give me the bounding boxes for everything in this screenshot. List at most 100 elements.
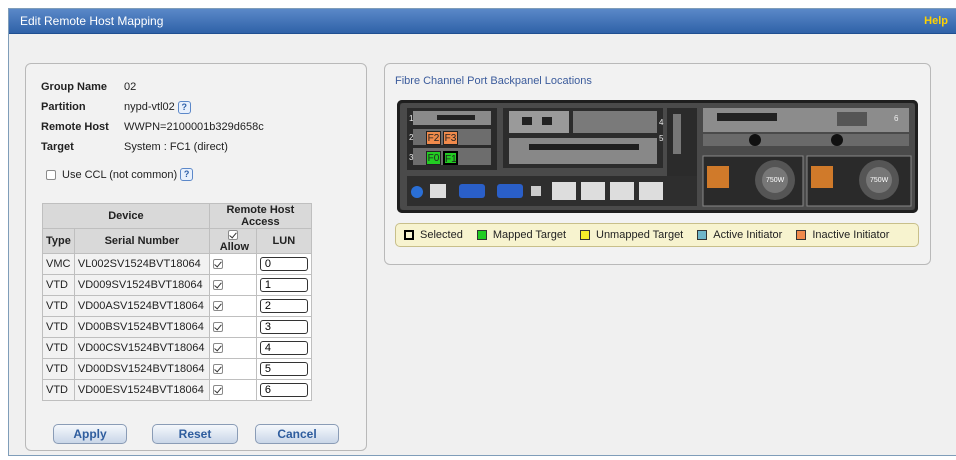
table-row: VTD VD00CSV1524BVT18064 bbox=[42, 337, 312, 359]
partition-label: Partition bbox=[41, 101, 86, 113]
partition-help-icon[interactable]: ? bbox=[177, 100, 191, 114]
table-row: VMC VL002SV1524BVT18064 bbox=[42, 253, 312, 275]
device-type-cell: VTD bbox=[42, 274, 75, 296]
mapping-panel: Group Name 02 Partition nypd-vtl02 ? Rem… bbox=[25, 63, 367, 451]
mapped-swatch bbox=[476, 230, 487, 240]
lun-input[interactable] bbox=[259, 257, 308, 271]
device-table: Device Remote Host Access Type Serial Nu… bbox=[42, 203, 312, 401]
remote-host-row: Remote Host WWPN=2100001b329d658c bbox=[41, 117, 264, 137]
allow-cell bbox=[208, 295, 257, 317]
legend-active-label: Active Initiator bbox=[713, 229, 783, 241]
slot-number-6: 6 bbox=[894, 114, 899, 123]
cancel-button[interactable]: Cancel bbox=[255, 424, 339, 444]
port-f0[interactable]: F0 bbox=[426, 151, 441, 165]
selected-swatch bbox=[404, 230, 414, 240]
slot-number-2: 2 bbox=[409, 133, 414, 142]
port-f1[interactable]: F1 bbox=[443, 151, 458, 165]
port-f3[interactable]: F3 bbox=[443, 131, 458, 145]
remote-host-value: WWPN=2100001b329d658c bbox=[124, 121, 264, 133]
apply-button[interactable]: Apply bbox=[53, 424, 127, 444]
use-ccl-checkbox[interactable] bbox=[46, 169, 56, 180]
allow-cell bbox=[208, 274, 257, 296]
backpanel-title: Fibre Channel Port Backpanel Locations bbox=[395, 75, 592, 87]
allow-checkbox[interactable] bbox=[212, 343, 223, 354]
allow-cell bbox=[208, 337, 257, 359]
allow-column-header[interactable]: Allow bbox=[208, 228, 257, 254]
lun-cell bbox=[255, 358, 312, 380]
device-rows: VMCVL002SV1524BVT18064VTDVD009SV1524BVT1… bbox=[42, 253, 312, 401]
allow-checkbox[interactable] bbox=[212, 301, 223, 312]
server-backpanel-image: 1 2 3 4 5 6 F2 F3 F0 F1 750W 750W bbox=[397, 100, 918, 213]
serial-number-cell: VL002SV1524BVT18064 bbox=[73, 253, 210, 275]
device-type-cell: VTD bbox=[42, 379, 75, 401]
serial-number-cell: VD00CSV1524BVT18064 bbox=[73, 337, 210, 359]
table-row: VTD VD009SV1524BVT18064 bbox=[42, 274, 312, 296]
slot-number-1: 1 bbox=[409, 114, 414, 123]
table-row: VTD VD00ESV1524BVT18064 bbox=[42, 379, 312, 401]
target-value: System : FC1 (direct) bbox=[124, 141, 228, 153]
use-ccl-label: Use CCL (not common) bbox=[62, 168, 178, 181]
dialog-body: Group Name 02 Partition nypd-vtl02 ? Rem… bbox=[9, 34, 956, 455]
allow-checkbox[interactable] bbox=[212, 322, 223, 333]
lun-input[interactable] bbox=[259, 362, 308, 376]
legend-unmapped-label: Unmapped Target bbox=[596, 229, 684, 241]
unmapped-swatch bbox=[580, 230, 590, 240]
lun-input[interactable] bbox=[259, 341, 308, 355]
table-row: VTD VD00BSV1524BVT18064 bbox=[42, 316, 312, 338]
lun-cell bbox=[255, 316, 312, 338]
inactive-swatch bbox=[796, 230, 807, 240]
legend-selected: Selected bbox=[404, 229, 463, 241]
allow-cell bbox=[208, 379, 257, 401]
allow-checkbox[interactable] bbox=[212, 280, 223, 291]
lun-cell bbox=[255, 379, 312, 401]
lun-cell bbox=[255, 274, 312, 296]
allow-column-label: Allow bbox=[219, 241, 250, 253]
lun-input[interactable] bbox=[259, 278, 308, 292]
table-row: VTD VD00ASV1524BVT18064 bbox=[42, 295, 312, 317]
serial-number-cell: VD009SV1524BVT18064 bbox=[73, 274, 210, 296]
allow-checkbox[interactable] bbox=[212, 259, 223, 270]
lun-input[interactable] bbox=[259, 299, 308, 313]
lun-cell bbox=[255, 295, 312, 317]
port-legend: Selected Mapped Target Unmapped Target A… bbox=[395, 223, 919, 247]
lun-input[interactable] bbox=[259, 320, 308, 334]
lun-input[interactable] bbox=[259, 383, 308, 397]
use-ccl-help-icon[interactable]: ? bbox=[180, 168, 194, 181]
psu2-label: 750W bbox=[870, 177, 889, 184]
legend-active: Active Initiator bbox=[697, 229, 782, 241]
target-row: Target System : FC1 (direct) bbox=[41, 137, 264, 157]
device-type-cell: VTD bbox=[42, 337, 75, 359]
legend-inactive: Inactive Initiator bbox=[796, 229, 889, 241]
use-ccl-option[interactable]: Use CCL (not common) ? bbox=[46, 168, 194, 181]
partition-value: nypd-vtl02 bbox=[124, 101, 175, 113]
legend-selected-label: Selected bbox=[420, 229, 463, 241]
legend-mapped-label: Mapped Target bbox=[492, 229, 566, 241]
allow-cell bbox=[208, 316, 257, 338]
slot-number-4: 4 bbox=[659, 118, 664, 127]
reset-button[interactable]: Reset bbox=[152, 424, 238, 444]
active-swatch bbox=[697, 230, 708, 240]
device-type-cell: VTD bbox=[42, 358, 75, 380]
port-f2[interactable]: F2 bbox=[426, 131, 441, 145]
device-type-cell: VMC bbox=[42, 253, 75, 275]
group-name-value: 02 bbox=[124, 81, 137, 93]
host-info: Group Name 02 Partition nypd-vtl02 ? Rem… bbox=[41, 77, 264, 157]
lun-column-header: LUN bbox=[255, 228, 312, 254]
allow-checkbox[interactable] bbox=[212, 385, 223, 396]
slot-number-3: 3 bbox=[409, 153, 414, 162]
legend-unmapped: Unmapped Target bbox=[580, 229, 683, 241]
device-type-cell: VTD bbox=[42, 295, 75, 317]
allow-checkbox[interactable] bbox=[212, 364, 223, 375]
allow-all-checkbox[interactable] bbox=[227, 230, 238, 241]
serial-number-cell: VD00BSV1524BVT18064 bbox=[73, 316, 210, 338]
remote-host-access-header: Remote Host Access bbox=[208, 203, 312, 229]
device-group-header: Device bbox=[42, 203, 210, 229]
window-title: Edit Remote Host Mapping bbox=[20, 14, 164, 28]
legend-mapped: Mapped Target bbox=[476, 229, 566, 241]
legend-inactive-label: Inactive Initiator bbox=[812, 229, 890, 241]
partition-row: Partition nypd-vtl02 ? bbox=[41, 97, 264, 117]
target-label: Target bbox=[41, 141, 74, 153]
help-link[interactable]: Help bbox=[924, 15, 948, 27]
psu1-label: 750W bbox=[766, 177, 785, 184]
type-column-header: Type bbox=[42, 228, 75, 254]
